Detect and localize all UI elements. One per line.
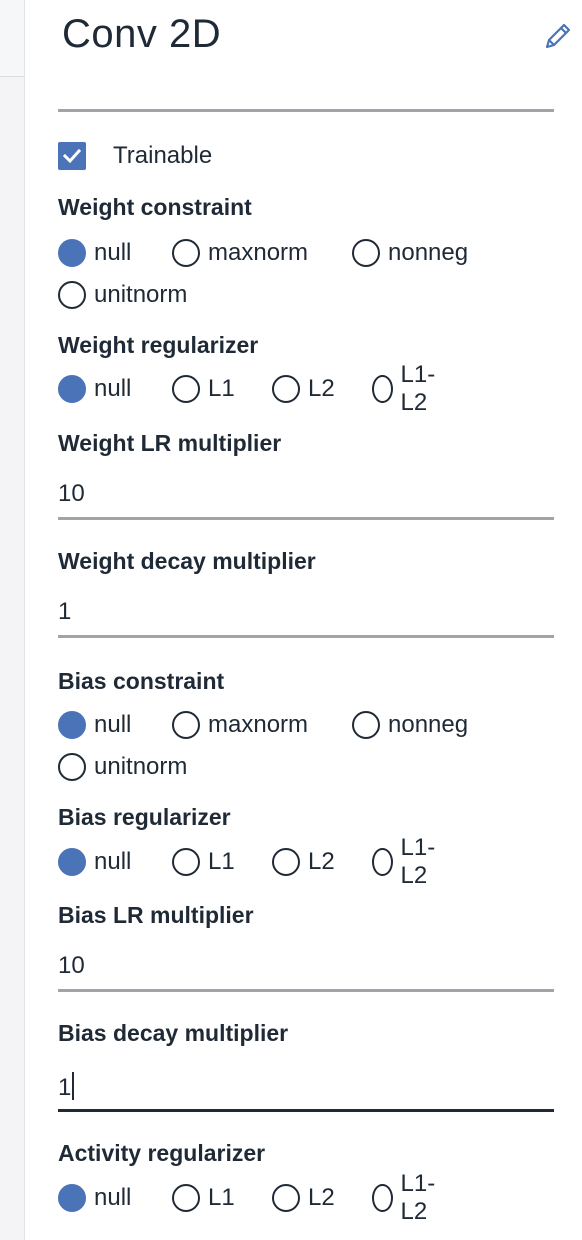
bias-decay-multiplier-value: 1 xyxy=(58,1074,72,1101)
bias-regularizer-option-l1-l2[interactable]: L1-L2 xyxy=(372,834,443,889)
weight-regularizer-option-l1[interactable]: L1 xyxy=(172,374,235,404)
bias-lr-multiplier-input[interactable]: 10 xyxy=(58,952,554,992)
bias-regularizer-option-null[interactable]: null xyxy=(58,847,131,877)
radio-dot xyxy=(372,848,393,876)
activity-regularizer-option-null[interactable]: null xyxy=(58,1183,131,1213)
weight-regularizer-label: Weight regularizer xyxy=(58,332,259,358)
radio-dot xyxy=(58,375,86,403)
checkmark-icon xyxy=(63,149,81,163)
weight-decay-multiplier-label: Weight decay multiplier xyxy=(58,548,316,574)
bias-constraint-option-nonneg[interactable]: nonneg xyxy=(352,710,468,740)
activity-regularizer-option-l1-l2[interactable]: L1-L2 xyxy=(372,1170,443,1225)
bias-constraint-option-null[interactable]: null xyxy=(58,710,131,740)
title-divider xyxy=(58,109,554,112)
activity-regularizer-option-l2[interactable]: L2 xyxy=(272,1183,335,1213)
radio-dot xyxy=(372,375,393,403)
bias-regularizer-label: Bias regularizer xyxy=(58,804,231,830)
radio-dot xyxy=(58,848,86,876)
weight-regularizer-option-l1-l2[interactable]: L1-L2 xyxy=(372,361,443,416)
bias-constraint-option-unitnorm[interactable]: unitnorm xyxy=(58,752,187,782)
left-sidebar-strip xyxy=(0,0,25,1240)
bias-constraint-label: Bias constraint xyxy=(58,668,225,694)
radio-dot xyxy=(58,239,86,267)
radio-dot xyxy=(172,1184,200,1212)
radio-dot xyxy=(272,848,300,876)
radio-dot xyxy=(58,1184,86,1212)
radio-dot xyxy=(58,753,86,781)
bias-decay-multiplier-label: Bias decay multiplier xyxy=(58,1020,289,1046)
radio-dot xyxy=(352,711,380,739)
trainable-row: Trainable xyxy=(58,142,212,170)
radio-dot xyxy=(172,711,200,739)
weight-constraint-option-nonneg[interactable]: nonneg xyxy=(352,238,468,268)
radio-dot xyxy=(58,281,86,309)
left-tab[interactable] xyxy=(0,0,24,77)
input-underline xyxy=(58,989,554,992)
activity-regularizer-option-l1[interactable]: L1 xyxy=(172,1183,235,1213)
activity-regularizer-label: Activity regularizer xyxy=(58,1140,266,1166)
radio-dot xyxy=(372,1184,393,1212)
radio-dot xyxy=(172,239,200,267)
weight-lr-multiplier-input[interactable]: 10 xyxy=(58,480,554,520)
input-underline xyxy=(58,517,554,520)
radio-dot xyxy=(272,1184,300,1212)
properties-panel: Conv 2D Trainable Weight constraint null… xyxy=(26,0,582,1240)
radio-dot xyxy=(272,375,300,403)
input-underline xyxy=(58,635,554,638)
weight-lr-multiplier-label: Weight LR multiplier xyxy=(58,430,282,456)
weight-regularizer-option-null[interactable]: null xyxy=(58,374,131,404)
radio-dot xyxy=(58,711,86,739)
trainable-checkbox[interactable] xyxy=(58,142,86,170)
weight-constraint-option-unitnorm[interactable]: unitnorm xyxy=(58,280,187,310)
trainable-label: Trainable xyxy=(113,142,213,169)
panel-title: Conv 2D xyxy=(62,12,222,56)
input-underline xyxy=(58,1109,554,1112)
text-caret xyxy=(72,1072,75,1100)
bias-lr-multiplier-label: Bias LR multiplier xyxy=(58,902,254,928)
bias-decay-multiplier-input[interactable]: 1 xyxy=(58,1072,554,1112)
bias-regularizer-option-l2[interactable]: L2 xyxy=(272,847,335,877)
radio-dot xyxy=(172,375,200,403)
bias-constraint-option-maxnorm[interactable]: maxnorm xyxy=(172,710,308,740)
weight-decay-multiplier-input[interactable]: 1 xyxy=(58,598,554,638)
weight-constraint-option-maxnorm[interactable]: maxnorm xyxy=(172,238,308,268)
bias-lr-multiplier-value: 10 xyxy=(58,952,85,979)
weight-regularizer-option-l2[interactable]: L2 xyxy=(272,374,335,404)
bias-regularizer-option-l1[interactable]: L1 xyxy=(172,847,235,877)
radio-dot xyxy=(352,239,380,267)
edit-button[interactable] xyxy=(538,18,578,54)
radio-dot xyxy=(172,848,200,876)
weight-constraint-label: Weight constraint xyxy=(58,194,252,220)
weight-decay-multiplier-value: 1 xyxy=(58,598,72,625)
weight-lr-multiplier-value: 10 xyxy=(58,480,85,507)
bias-decay-multiplier-value-wrap: 1 xyxy=(58,1072,75,1102)
pencil-icon xyxy=(545,23,571,49)
weight-constraint-option-null[interactable]: null xyxy=(58,238,131,268)
